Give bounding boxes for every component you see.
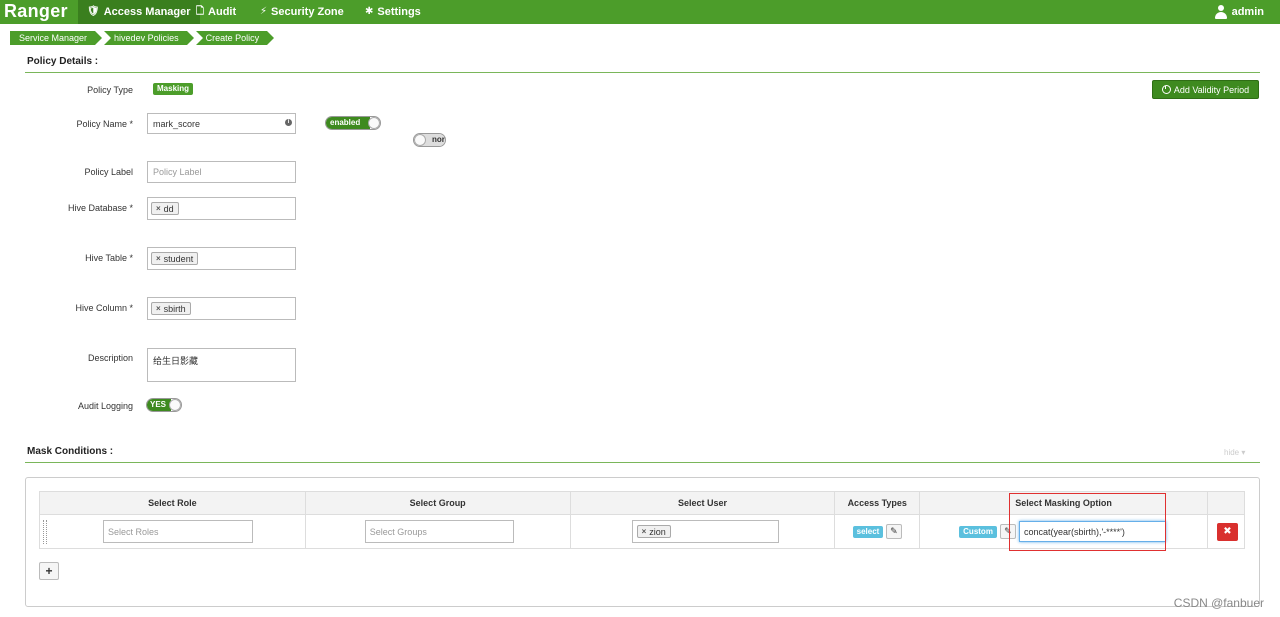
zone-icon: ⚡ (260, 6, 268, 17)
edit-access-button[interactable]: ✎ (885, 524, 902, 539)
breadcrumb-hivedev-policies[interactable]: hivedev Policies (104, 31, 194, 45)
group-cell: Select Groups (304, 514, 571, 549)
select-groups-input[interactable]: Select Groups (364, 520, 514, 543)
description-textarea[interactable]: 给生日影藏 (147, 348, 296, 382)
col-access-types: Access Types (834, 491, 921, 515)
remove-icon[interactable]: × (642, 527, 647, 536)
description-label: Description (87, 353, 133, 363)
col-actions (1206, 491, 1246, 515)
top-navbar: Ranger 🛡︎ Access Manager 🗋 Audit ⚡ Secur… (0, 0, 1280, 24)
breadcrumb: Service Manager hivedev Policies Create … (10, 31, 276, 45)
toggle-knob (368, 117, 380, 129)
policy-type-label: Policy Type (87, 85, 133, 95)
breadcrumb-service-manager[interactable]: Service Manager (10, 31, 103, 45)
divider (25, 462, 1260, 463)
hive-column-input[interactable]: × sbirth (147, 297, 296, 320)
remove-icon[interactable]: × (156, 254, 161, 263)
nav-security-zone[interactable]: ⚡ Security Zone (251, 0, 353, 24)
hive-database-input[interactable]: × dd (147, 197, 296, 220)
toggle-knob (414, 134, 426, 146)
gear-icon: ✱ (365, 6, 374, 17)
hide-link[interactable]: hide ▾ (1224, 448, 1245, 457)
file-icon: 🗋 (196, 6, 205, 17)
shield-icon: 🛡︎ (87, 6, 100, 17)
policy-details-title: Policy Details : (27, 56, 99, 67)
col-select-group: Select Group (304, 491, 571, 515)
policy-type-badge: Masking (153, 83, 194, 95)
nav-settings[interactable]: ✱ Settings (356, 0, 430, 24)
audit-logging-toggle[interactable]: YES (146, 398, 182, 412)
remove-icon[interactable]: × (156, 204, 161, 213)
hive-column-label: Hive Column * (75, 303, 133, 313)
policy-name-label: Policy Name * (76, 119, 133, 129)
user-tag: × zion (636, 525, 671, 538)
audit-logging-label: Audit Logging (77, 401, 133, 411)
hive-table-input[interactable]: × student (147, 247, 296, 270)
col-select-role: Select Role (39, 491, 306, 515)
select-users-input[interactable]: × zion (631, 520, 779, 543)
highlight-box (1009, 493, 1166, 551)
col-select-user: Select User (569, 491, 836, 515)
table-tag: × student (151, 252, 199, 265)
column-tag: × sbirth (151, 302, 191, 315)
nav-access-manager[interactable]: 🛡︎ Access Manager (78, 0, 200, 24)
normal-override-toggle[interactable]: nor (413, 133, 446, 147)
policy-label-input[interactable]: Policy Label (147, 161, 296, 183)
enabled-toggle[interactable]: enabled (325, 116, 381, 130)
remove-icon[interactable]: × (156, 304, 161, 313)
delete-row-button[interactable]: ✖ (1216, 522, 1238, 541)
add-validity-period-button[interactable]: Add Validity Period (1152, 80, 1259, 99)
user-cell: × zion (569, 514, 836, 549)
info-icon: i (285, 119, 292, 126)
clock-icon (1161, 85, 1171, 94)
policy-name-input[interactable]: mark_score (147, 113, 296, 134)
pencil-icon: ✎ (890, 526, 898, 536)
nav-audit[interactable]: 🗋 Audit (187, 0, 245, 24)
access-type-label: select (852, 526, 884, 538)
user-icon (1214, 5, 1227, 19)
add-condition-button[interactable]: + (39, 562, 59, 580)
user-menu[interactable]: admin (1214, 0, 1264, 24)
database-tag: × dd (151, 202, 179, 215)
mask-conditions-title: Mask Conditions : (27, 446, 114, 457)
divider (25, 72, 1260, 73)
hive-table-label: Hive Table * (85, 253, 133, 263)
hive-database-label: Hive Database * (67, 203, 133, 213)
brand-logo[interactable]: Ranger (4, 1, 68, 22)
access-cell: select ✎ (834, 514, 921, 549)
policy-label-label: Policy Label (84, 167, 133, 177)
plus-icon: + (45, 564, 53, 578)
select-roles-input[interactable]: Select Roles (103, 520, 253, 543)
actions-cell: ✖ (1206, 514, 1246, 549)
watermark: CSDN @fanbuer (1173, 596, 1264, 610)
close-icon: ✖ (1223, 526, 1232, 537)
drag-handle[interactable] (43, 520, 47, 544)
mask-type-label: Custom (959, 525, 997, 538)
breadcrumb-create-policy[interactable]: Create Policy (195, 31, 274, 45)
role-cell: Select Roles (39, 514, 306, 549)
toggle-knob (169, 399, 181, 411)
